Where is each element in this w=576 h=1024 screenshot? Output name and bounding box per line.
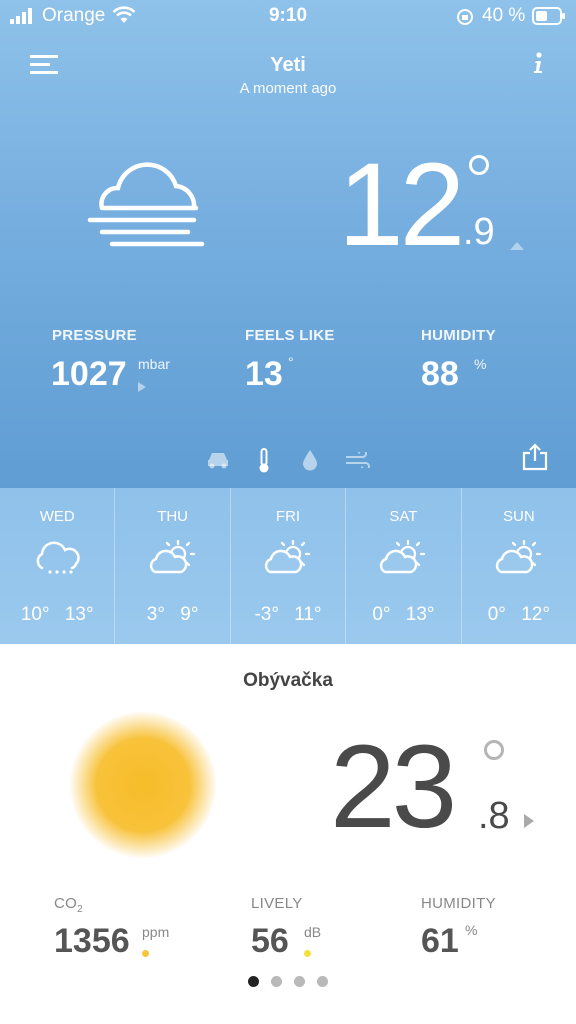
feels-like-value: 13: [245, 355, 283, 393]
forecast-high: 13°: [64, 604, 94, 625]
forecast-temps: 3° 9°: [115, 604, 229, 626]
forecast-high: 13°: [405, 604, 435, 625]
co2-value: 1356: [54, 922, 130, 960]
forecast-low: 0°: [487, 604, 506, 625]
trend-up-icon: [510, 237, 524, 255]
indoor-humidity-value: 61: [421, 922, 459, 960]
indoor-temperature: 23: [330, 721, 457, 853]
indoor-trend-icon: [524, 814, 534, 833]
forecast-low: 0°: [372, 604, 391, 625]
forecast-temps: -3° 11°: [231, 604, 345, 626]
page-dot[interactable]: [248, 976, 259, 987]
forecast-day-name: WED: [39, 508, 75, 525]
co2-label-subscript: 2: [77, 904, 83, 915]
forecast-low: -3°: [254, 604, 279, 625]
outdoor-temperature: 12: [338, 139, 465, 271]
battery-icon: [532, 7, 566, 30]
cloud-rain-icon: [32, 540, 82, 581]
co2-label: CO2: [54, 895, 83, 915]
wind-icon[interactable]: [345, 449, 371, 473]
humidity-unit: %: [474, 356, 487, 372]
forecast-day[interactable]: SUN 0° 12°: [462, 488, 576, 644]
forecast-day-name: THU: [157, 508, 189, 525]
forecast-low: 10°: [20, 604, 50, 625]
outdoor-temperature-decimal: .9: [463, 211, 495, 253]
last-updated: A moment ago: [239, 80, 337, 97]
forecast-temps: 10° 13°: [0, 604, 114, 626]
page-dot[interactable]: [271, 976, 282, 987]
noise-status-dot: [304, 950, 311, 957]
forecast-day[interactable]: WED 10° 13°: [0, 488, 116, 644]
page-dot[interactable]: [294, 976, 305, 987]
thermometer-icon[interactable]: [257, 448, 271, 479]
forecast-day-name: SUN: [502, 508, 535, 525]
pressure-value: 1027: [51, 355, 127, 393]
feels-like-unit: °: [288, 354, 294, 370]
noise-value: 56: [251, 922, 289, 960]
page-dot[interactable]: [317, 976, 328, 987]
drop-icon[interactable]: [302, 449, 318, 476]
co2-label-text: CO: [54, 895, 78, 912]
humidity-value: 88: [421, 355, 459, 393]
forecast-high: 12°: [521, 604, 550, 625]
battery-percent: 40 %: [482, 5, 526, 26]
partly-cloudy-icon: [494, 539, 544, 581]
forecast-day-name: FRI: [275, 508, 301, 525]
pressure-trend-icon: [138, 379, 146, 397]
car-icon[interactable]: [206, 451, 230, 474]
noise-label: LIVELY: [251, 895, 303, 912]
info-icon[interactable]: [532, 52, 544, 79]
forecast-high: 11°: [294, 604, 322, 625]
station-name[interactable]: Yeti: [0, 54, 576, 77]
degree-symbol: [469, 155, 489, 175]
forecast-strip: WED 10° 13° THU 3° 9° FRI -3° 11° SAT 0°…: [0, 488, 576, 644]
orientation-lock-icon: [456, 8, 474, 31]
forecast-day[interactable]: SAT 0° 13°: [346, 488, 462, 644]
share-icon[interactable]: [522, 443, 548, 476]
noise-unit: dB: [304, 924, 322, 940]
forecast-temps: 0° 12°: [462, 604, 576, 626]
comfort-sun-icon: [70, 712, 216, 858]
forecast-high: 9°: [180, 604, 199, 625]
forecast-day-name: SAT: [389, 508, 418, 525]
co2-status-dot: [142, 950, 149, 957]
pressure-unit: mbar: [138, 356, 170, 372]
humidity-label: HUMIDITY: [421, 327, 496, 344]
partly-cloudy-icon: [263, 539, 313, 581]
indoor-degree-symbol: [484, 740, 504, 760]
page-indicator[interactable]: [0, 974, 576, 992]
feels-like-label: FEELS LIKE: [245, 327, 335, 344]
forecast-temps: 0° 13°: [346, 604, 460, 626]
room-name[interactable]: Obývačka: [0, 670, 576, 692]
indoor-temperature-decimal: .8: [478, 795, 510, 837]
pressure-label: PRESSURE: [52, 327, 137, 344]
forecast-low: 3°: [146, 604, 165, 625]
forecast-day[interactable]: THU 3° 9°: [115, 488, 231, 644]
co2-unit: ppm: [142, 924, 170, 940]
indoor-humidity-label: HUMIDITY: [421, 895, 496, 912]
partly-cloudy-icon: [378, 539, 428, 581]
partly-cloudy-icon: [148, 539, 198, 581]
outdoor-panel: Orange 9:10 40 % Yeti A moment ago 12 .9…: [0, 0, 576, 488]
fog-icon: [84, 158, 208, 255]
indoor-humidity-unit: %: [465, 922, 478, 938]
forecast-day[interactable]: FRI -3° 11°: [231, 488, 347, 644]
